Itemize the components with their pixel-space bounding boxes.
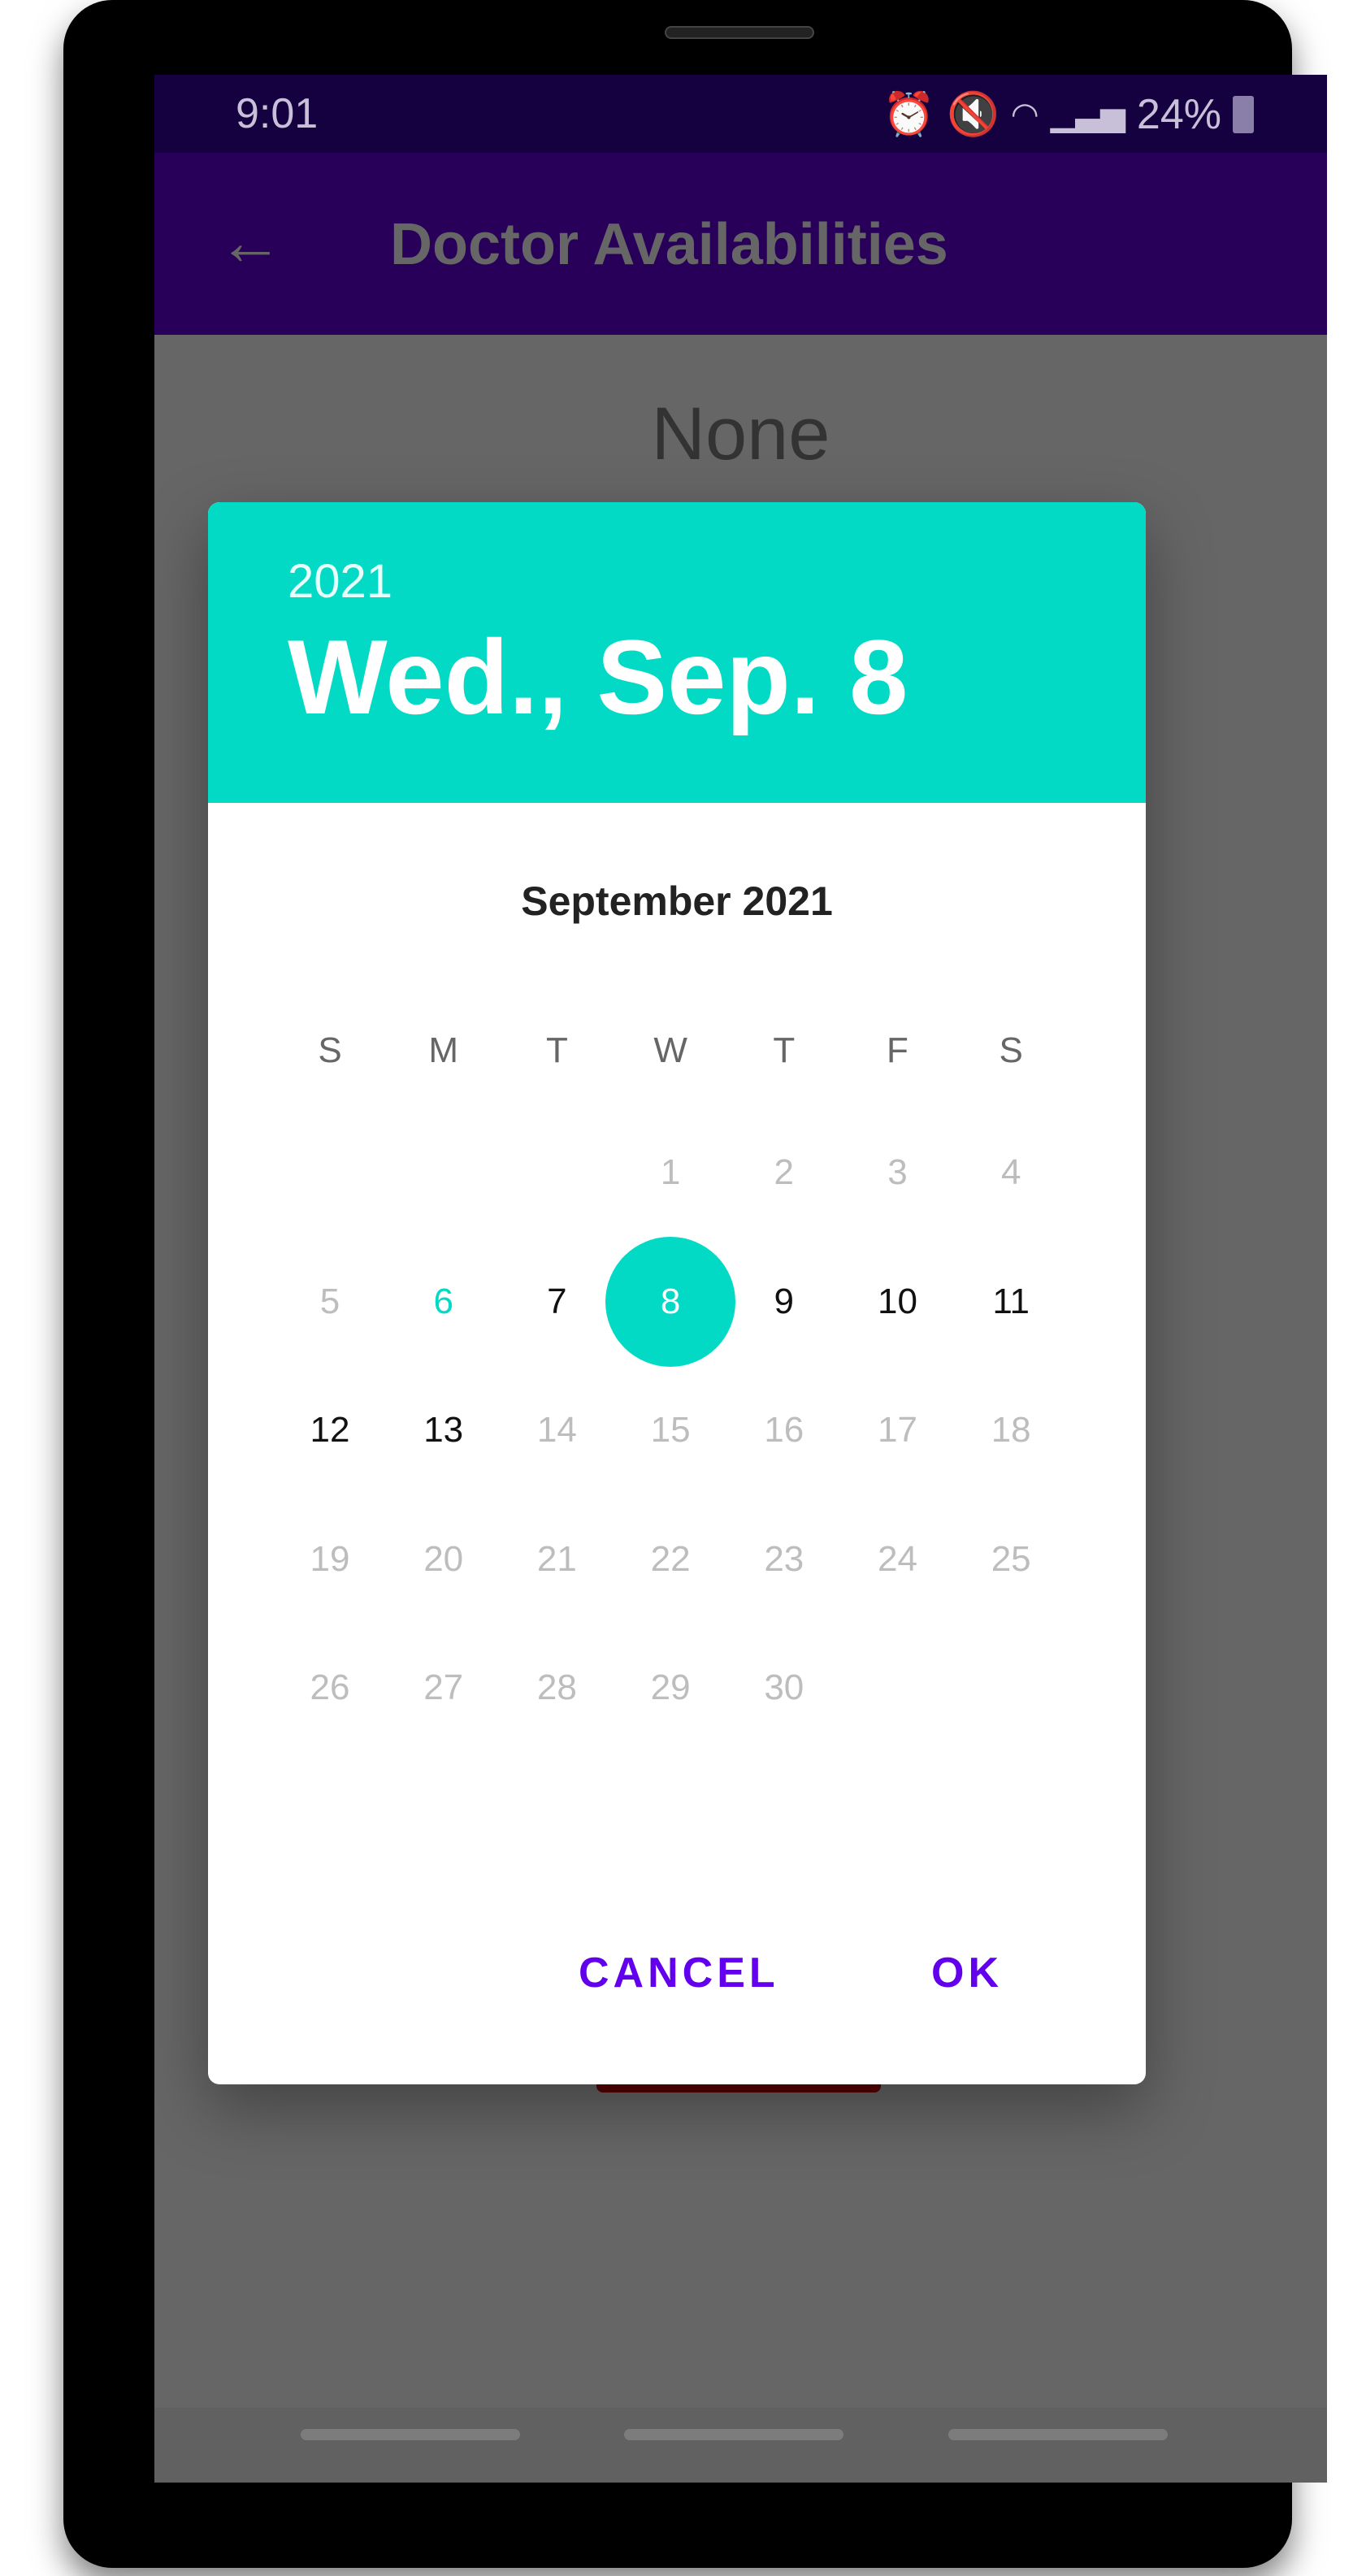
alarm-icon: ⏰ [882,91,935,138]
weekday-label: M [428,1030,459,1070]
page-title: Doctor Availabilities [390,212,948,277]
day-8[interactable]: 8 [614,1277,727,1326]
weekday-label: W [653,1030,687,1070]
day-17: 17 [878,1410,917,1450]
day-5: 5 [319,1281,340,1321]
nav-recents[interactable] [301,2429,520,2440]
weekday-label: S [999,1030,1023,1070]
selected-date: Wed., Sep. 8 [288,618,909,736]
day-20: 20 [423,1538,464,1579]
status-time: 9:01 [236,90,319,137]
day-13[interactable]: 13 [387,1406,501,1455]
weekday-label: T [545,1030,568,1070]
day-14: 14 [536,1410,577,1450]
day-29: 29 [650,1667,691,1707]
nav-back[interactable] [948,2429,1168,2440]
day-18: 18 [991,1410,1031,1450]
mute-icon: 🔇 [946,91,1000,138]
day-28: 28 [536,1667,577,1707]
battery-percent: 24% [1136,90,1221,138]
day-15: 15 [650,1410,691,1450]
availability-text: None [651,392,830,475]
day-21: 21 [536,1538,577,1579]
day-4: 4 [1000,1152,1021,1192]
day-1: 1 [660,1152,681,1192]
date-picker-header: 2021 Wed., Sep. 8 [208,502,1146,803]
day-10[interactable]: 10 [841,1277,955,1326]
signal-icon: ▁▃▅ [1050,96,1125,132]
day-3: 3 [887,1152,908,1192]
day-23: 23 [764,1538,804,1579]
day-24: 24 [878,1538,917,1579]
weekday-label: S [318,1030,342,1070]
day-25: 25 [991,1538,1031,1579]
cancel-button[interactable]: CANCEL [579,1949,779,1997]
day-16: 16 [764,1410,804,1450]
day-2: 2 [774,1152,795,1192]
date-picker-dialog: 2021 Wed., Sep. 8 September 2021 SMTWTFS… [208,502,1146,2084]
navigation-bar [154,2408,1327,2483]
weekday-label: F [887,1030,909,1070]
year-label[interactable]: 2021 [288,554,392,609]
day-6[interactable]: 6 [387,1277,501,1326]
day-19: 19 [310,1538,350,1579]
day-12[interactable]: 12 [273,1406,387,1455]
battery-charging-icon [1233,95,1254,133]
arrow-left-icon[interactable]: ← [218,210,283,275]
wifi-icon: ◠ [1010,96,1039,132]
status-bar: 9:01 ⏰ 🔇 ◠ ▁▃▅ 24% [154,75,1327,153]
nav-home[interactable] [624,2429,843,2440]
day-26: 26 [310,1667,350,1707]
day-7[interactable]: 7 [500,1277,614,1326]
day-11[interactable]: 11 [954,1277,1068,1326]
month-title: September 2021 [521,878,833,924]
day-22: 22 [650,1538,691,1579]
day-27: 27 [423,1667,464,1707]
app-bar: ← Doctor Availabilities [154,153,1327,335]
weekday-label: T [773,1030,796,1070]
day-30: 30 [764,1667,804,1707]
ok-button[interactable]: OK [931,1949,1003,1997]
day-9[interactable]: 9 [727,1277,841,1326]
speaker-grille [665,26,814,39]
